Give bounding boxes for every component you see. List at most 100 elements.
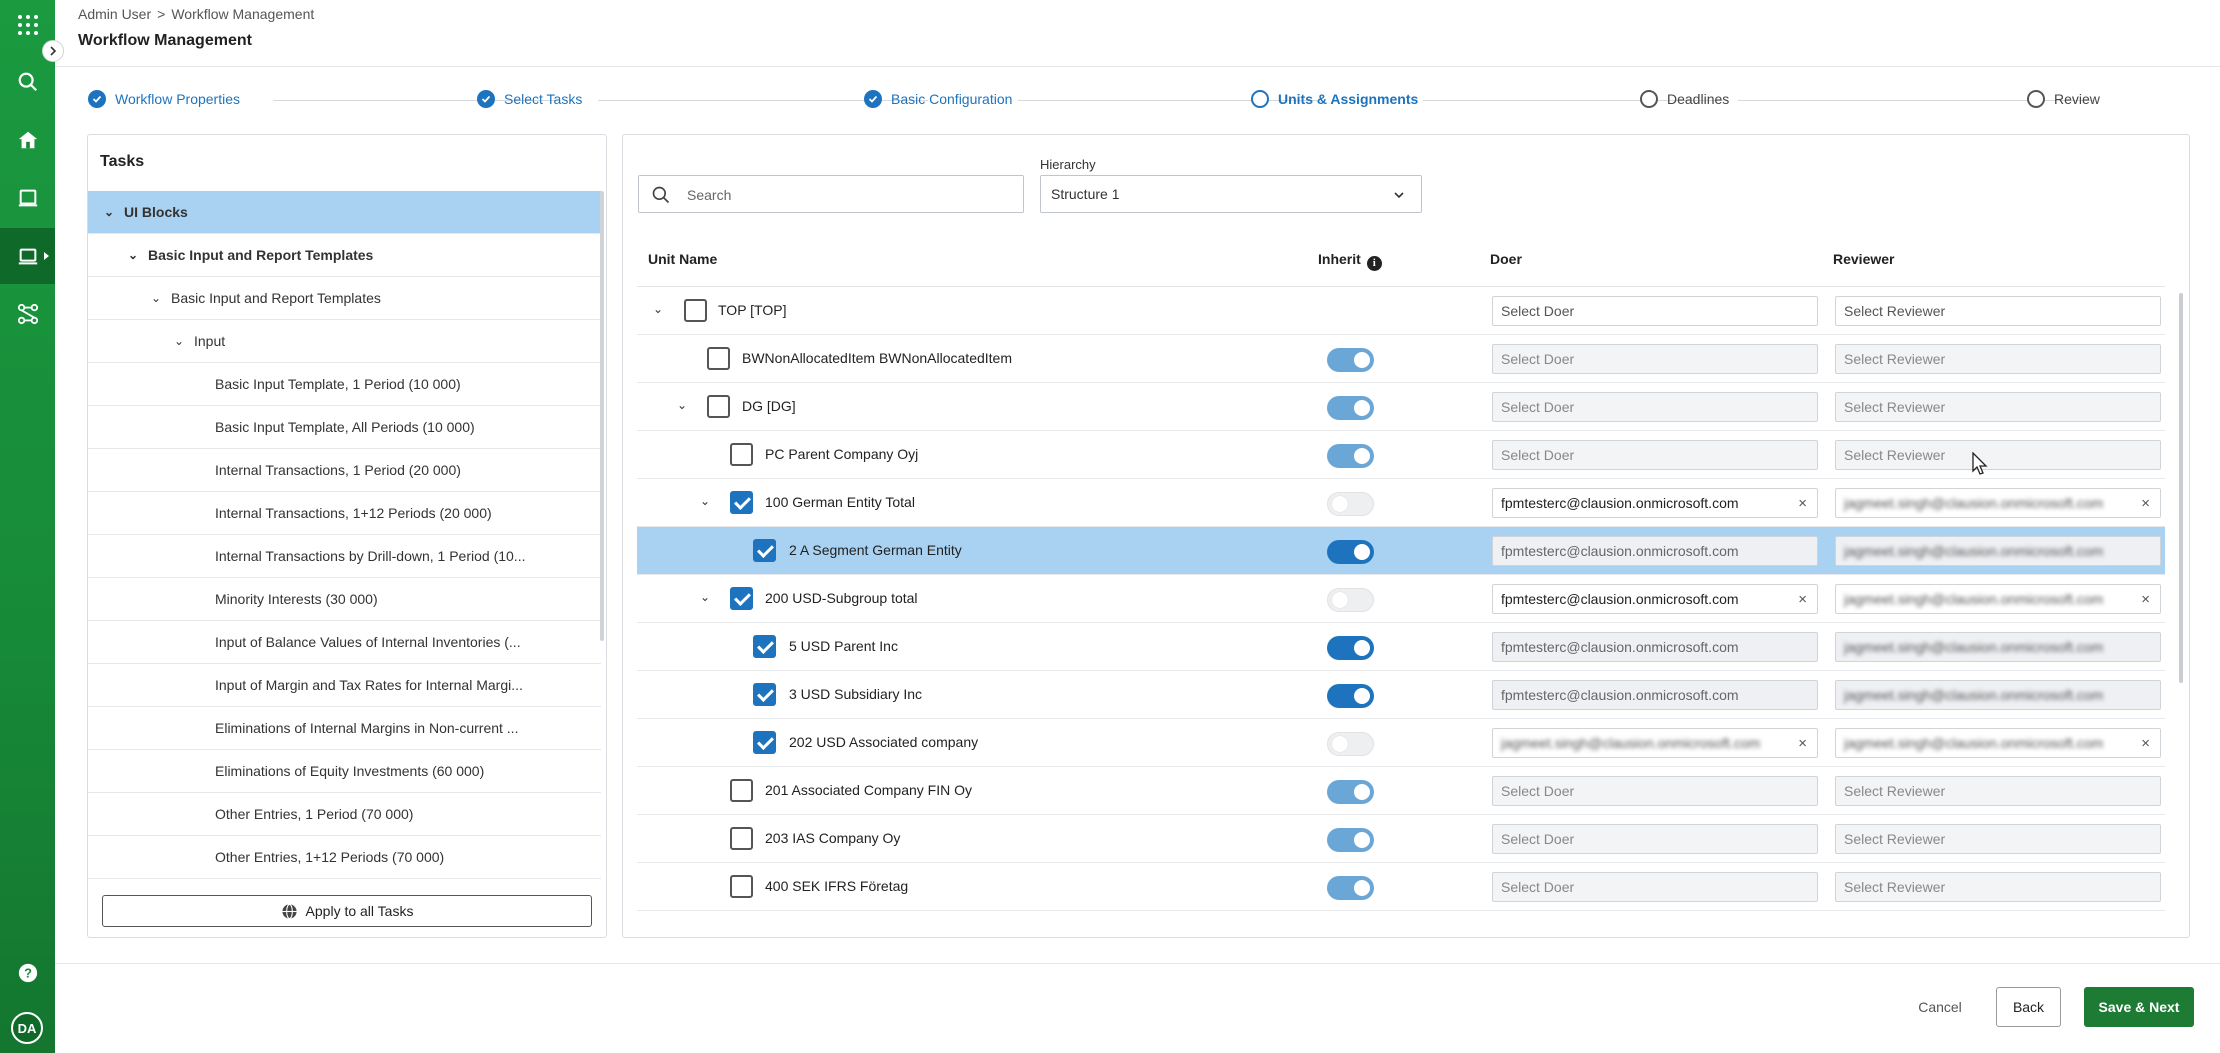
- inherit-toggle[interactable]: [1327, 396, 1374, 420]
- task-tree-item[interactable]: ⌄ Basic Input and Report Templates: [88, 234, 601, 277]
- row-checkbox[interactable]: [753, 683, 776, 706]
- task-tree-item[interactable]: Eliminations of Equity Investments (60 0…: [88, 750, 601, 793]
- task-tree-item[interactable]: ⌄ Basic Input and Report Templates: [88, 277, 601, 320]
- task-tree-item[interactable]: Eliminations of Internal Margins in Non-…: [88, 707, 601, 750]
- reviewer-select[interactable]: jagmeet.singh@clausion.onmicrosoft.com ×: [1835, 584, 2161, 614]
- apps-grid-icon[interactable]: [12, 9, 43, 40]
- cancel-button[interactable]: Cancel: [1900, 987, 1980, 1027]
- grid-scrollbar[interactable]: [2179, 293, 2183, 683]
- task-tree-item[interactable]: Basic Input Template, All Periods (10 00…: [88, 406, 601, 449]
- reviewer-select[interactable]: Select Reviewer: [1835, 440, 2161, 470]
- row-checkbox[interactable]: [730, 827, 753, 850]
- chevron-down-icon[interactable]: ⌄: [653, 302, 663, 316]
- reviewer-select[interactable]: jagmeet.singh@clausion.onmicrosoft.com ×: [1835, 488, 2161, 518]
- workflow-icon[interactable]: [12, 298, 43, 329]
- clear-icon[interactable]: ×: [1798, 735, 1807, 752]
- clear-icon[interactable]: ×: [1798, 495, 1807, 512]
- inherit-toggle[interactable]: [1327, 348, 1374, 372]
- laptop-icon[interactable]: [12, 240, 43, 271]
- doer-select[interactable]: Select Doer: [1492, 824, 1818, 854]
- search-input[interactable]: [687, 185, 1007, 205]
- clear-icon[interactable]: ×: [2141, 591, 2150, 608]
- doer-select[interactable]: Select Doer: [1492, 440, 1818, 470]
- chevron-down-icon[interactable]: ⌄: [128, 248, 142, 262]
- doer-select[interactable]: Select Doer: [1492, 776, 1818, 806]
- task-tree-item[interactable]: Input of Balance Values of Internal Inve…: [88, 621, 601, 664]
- step-basic-configuration[interactable]: Basic Configuration: [864, 90, 1012, 108]
- inherit-toggle[interactable]: [1327, 876, 1374, 900]
- reviewer-select[interactable]: Select Reviewer: [1835, 872, 2161, 902]
- chevron-down-icon[interactable]: ⌄: [700, 494, 710, 508]
- doer-select[interactable]: fpmtesterc@clausion.onmicrosoft.com: [1492, 536, 1818, 566]
- inherit-toggle[interactable]: [1327, 492, 1374, 516]
- task-tree-item[interactable]: Minority Interests (30 000): [88, 578, 601, 621]
- clear-icon[interactable]: ×: [1798, 591, 1807, 608]
- task-tree-item[interactable]: Basic Input Template, 1 Period (10 000): [88, 363, 601, 406]
- back-button[interactable]: Back: [1996, 987, 2061, 1027]
- row-checkbox[interactable]: [707, 395, 730, 418]
- inherit-toggle[interactable]: [1327, 828, 1374, 852]
- chevron-down-icon[interactable]: ⌄: [174, 334, 188, 348]
- inherit-toggle[interactable]: [1327, 540, 1374, 564]
- clear-icon[interactable]: ×: [2141, 495, 2150, 512]
- row-checkbox[interactable]: [730, 875, 753, 898]
- info-icon[interactable]: i: [1366, 255, 1382, 271]
- doer-select[interactable]: fpmtesterc@clausion.onmicrosoft.com: [1492, 632, 1818, 662]
- inherit-toggle[interactable]: [1327, 588, 1374, 612]
- reviewer-select[interactable]: Select Reviewer: [1835, 776, 2161, 806]
- doer-select[interactable]: Select Doer: [1492, 392, 1818, 422]
- inherit-toggle[interactable]: [1327, 444, 1374, 468]
- doer-select[interactable]: Select Doer: [1492, 872, 1818, 902]
- inherit-toggle[interactable]: [1327, 732, 1374, 756]
- doer-select[interactable]: Select Doer: [1492, 296, 1818, 326]
- step-deadlines[interactable]: Deadlines: [1640, 90, 1729, 108]
- chevron-down-icon[interactable]: ⌄: [104, 205, 118, 219]
- inherit-toggle[interactable]: [1327, 636, 1374, 660]
- column-header-inherit[interactable]: Inherit i: [1318, 251, 1382, 271]
- doer-select[interactable]: fpmtesterc@clausion.onmicrosoft.com ×: [1492, 488, 1818, 518]
- task-tree-item[interactable]: ⌄ Input: [88, 320, 601, 363]
- step-review[interactable]: Review: [2027, 90, 2100, 108]
- clear-icon[interactable]: ×: [2141, 735, 2150, 752]
- row-checkbox[interactable]: [684, 299, 707, 322]
- book-icon[interactable]: [12, 182, 43, 213]
- column-header-doer[interactable]: Doer: [1490, 251, 1522, 267]
- row-checkbox[interactable]: [707, 347, 730, 370]
- help-icon[interactable]: ?: [12, 957, 43, 988]
- reviewer-select[interactable]: Select Reviewer: [1835, 824, 2161, 854]
- reviewer-select[interactable]: Select Reviewer: [1835, 344, 2161, 374]
- reviewer-select[interactable]: jagmeet.singh@clausion.onmicrosoft.com ×: [1835, 728, 2161, 758]
- doer-select[interactable]: jagmeet.singh@clausion.onmicrosoft.com ×: [1492, 728, 1818, 758]
- task-tree-item[interactable]: Internal Transactions, 1 Period (20 000): [88, 449, 601, 492]
- row-checkbox[interactable]: [730, 443, 753, 466]
- search-field[interactable]: [638, 175, 1024, 213]
- task-tree-item[interactable]: ⌄ UI Blocks: [88, 191, 601, 234]
- rail-expand-button[interactable]: [42, 40, 64, 62]
- step-units-assignments[interactable]: Units & Assignments: [1251, 90, 1418, 108]
- row-checkbox[interactable]: [730, 587, 753, 610]
- doer-select[interactable]: Select Doer: [1492, 344, 1818, 374]
- row-checkbox[interactable]: [753, 731, 776, 754]
- breadcrumb-root[interactable]: Admin User: [78, 6, 151, 22]
- row-checkbox[interactable]: [730, 779, 753, 802]
- task-tree-item[interactable]: Input of Margin and Tax Rates for Intern…: [88, 664, 601, 707]
- chevron-down-icon[interactable]: ⌄: [700, 590, 710, 604]
- step-workflow-properties[interactable]: Workflow Properties: [88, 90, 240, 108]
- row-checkbox[interactable]: [730, 491, 753, 514]
- home-icon[interactable]: [12, 124, 43, 155]
- save-next-button[interactable]: Save & Next: [2084, 987, 2194, 1027]
- reviewer-select[interactable]: Select Reviewer: [1835, 296, 2161, 326]
- reviewer-select[interactable]: jagmeet.singh@clausion.onmicrosoft.com: [1835, 632, 2161, 662]
- inherit-toggle[interactable]: [1327, 684, 1374, 708]
- apply-to-all-tasks-button[interactable]: Apply to all Tasks: [102, 895, 592, 927]
- row-checkbox[interactable]: [753, 539, 776, 562]
- inherit-toggle[interactable]: [1327, 780, 1374, 804]
- reviewer-select[interactable]: jagmeet.singh@clausion.onmicrosoft.com: [1835, 680, 2161, 710]
- task-tree-item[interactable]: Other Entries, 1 Period (70 000): [88, 793, 601, 836]
- step-select-tasks[interactable]: Select Tasks: [477, 90, 582, 108]
- hierarchy-select[interactable]: Structure 1: [1040, 175, 1422, 213]
- doer-select[interactable]: fpmtesterc@clausion.onmicrosoft.com: [1492, 680, 1818, 710]
- chevron-down-icon[interactable]: ⌄: [151, 291, 165, 305]
- row-checkbox[interactable]: [753, 635, 776, 658]
- avatar[interactable]: DA: [11, 1012, 43, 1044]
